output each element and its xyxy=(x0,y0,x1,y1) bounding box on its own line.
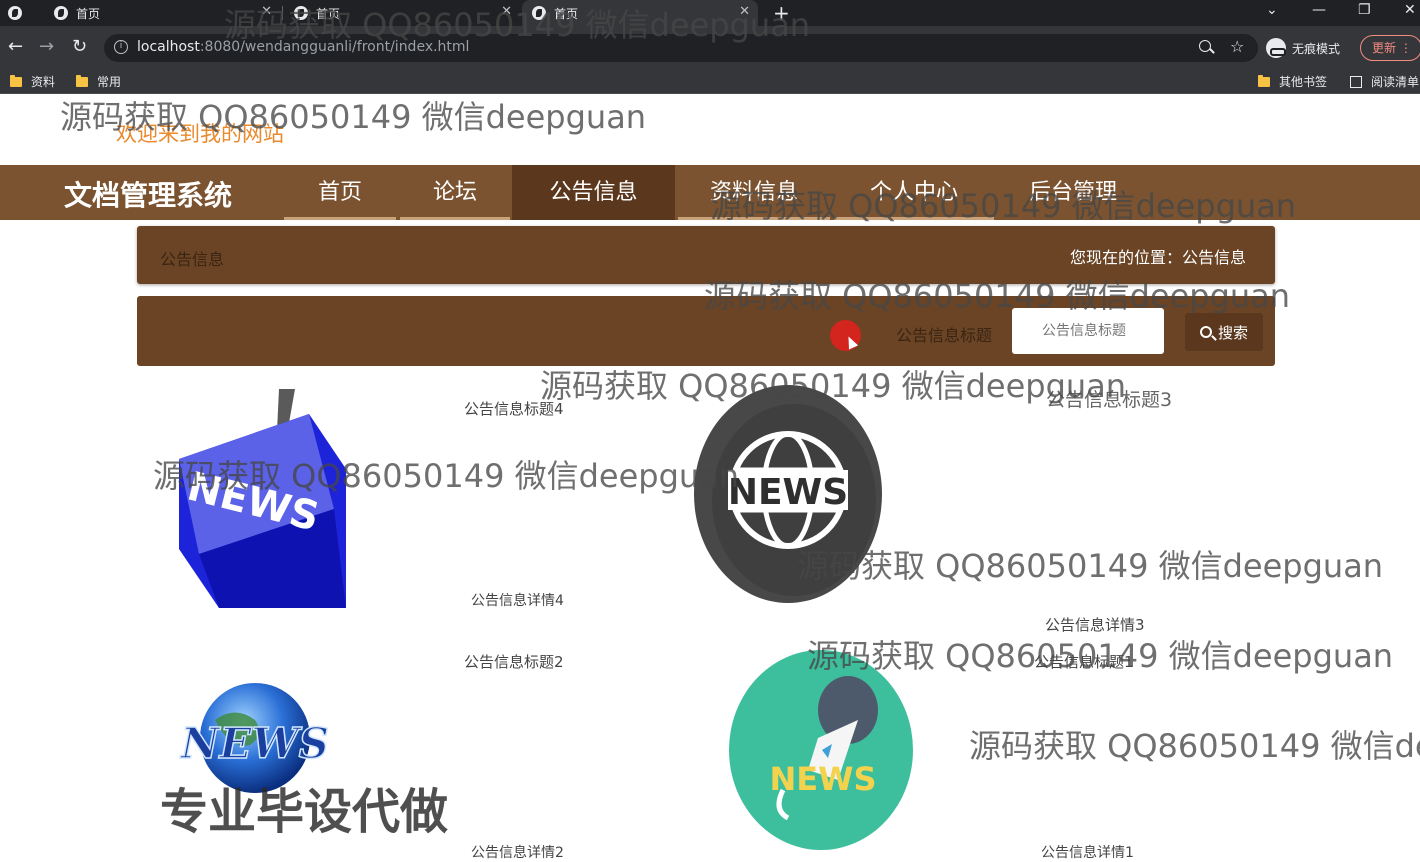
tab-search-icon[interactable]: ⌄ xyxy=(1266,2,1278,18)
nav-home[interactable]: 首页 xyxy=(284,165,396,220)
restore-icon[interactable]: ❐ xyxy=(1358,2,1371,18)
nav-label: 首页 xyxy=(317,180,362,205)
bookmark-label: 资料 xyxy=(31,75,56,89)
watermark-text: 源码获取 QQ86050149 微信deepguan xyxy=(60,98,647,136)
promo-watermark: 专业毕设代做 xyxy=(160,784,449,840)
update-button[interactable]: 更新 ⋮ xyxy=(1360,35,1420,61)
bookmark-label: 常用 xyxy=(97,75,122,89)
watermark-text: 源码获取 QQ86050149 微信deepguan xyxy=(153,457,740,495)
zoom-icon[interactable] xyxy=(1199,40,1211,52)
browser-menu-icon[interactable] xyxy=(8,0,38,26)
search-button[interactable]: 搜索 xyxy=(1185,313,1263,351)
reading-list[interactable]: 阅读清单 xyxy=(1350,73,1419,90)
nav-underline xyxy=(400,217,510,220)
forward-arrow-icon[interactable]: → xyxy=(39,36,54,57)
folder-icon xyxy=(76,74,88,87)
watermark-text: 源码获取 QQ86050149 微信deepguan xyxy=(807,637,1394,675)
mouse-cursor-icon xyxy=(830,320,861,351)
bookmark-label: 其他书签 xyxy=(1279,75,1328,89)
globe-icon xyxy=(54,6,68,20)
notice-detail: 公告信息详情1 xyxy=(1041,845,1134,861)
bookmark-folder[interactable]: 资料 xyxy=(10,73,55,90)
folder-icon xyxy=(1258,74,1270,87)
close-window-icon[interactable]: ✕ xyxy=(1404,2,1416,18)
notice-detail: 公告信息详情2 xyxy=(471,845,564,861)
incognito-label: 无痕模式 xyxy=(1292,41,1341,56)
search-label: 公告信息标题 xyxy=(896,326,993,345)
folder-icon xyxy=(10,74,22,87)
bookmarks-bar xyxy=(0,68,1420,94)
reload-icon[interactable]: ↻ xyxy=(72,36,87,57)
url-host: localhost xyxy=(137,39,200,55)
nav-label: 公告信息 xyxy=(549,180,638,205)
tab-title: 首页 xyxy=(76,6,101,21)
incognito-icon xyxy=(1266,38,1286,58)
watermark-text: 源码获取 QQ86050149 微信deepguan xyxy=(224,6,811,44)
badge-news-text: NEWS xyxy=(728,472,848,513)
notice-title[interactable]: 公告信息标题2 xyxy=(464,651,564,672)
notice-detail: 公告信息详情4 xyxy=(471,593,564,609)
nav-underline xyxy=(284,217,396,220)
nav-forum[interactable]: 论坛 xyxy=(400,165,510,220)
site-info-icon[interactable]: i xyxy=(114,40,128,54)
back-arrow-icon[interactable]: ← xyxy=(8,36,23,57)
globe-icon xyxy=(8,6,22,20)
mic-news-text: NEWS xyxy=(770,760,877,798)
watermark-text: 源码获取 QQ86050149 微信deepguan xyxy=(540,367,1127,405)
section-title: 公告信息 xyxy=(160,250,225,269)
watermark-text: 源码获取 QQ86050149 微信deep xyxy=(969,727,1420,765)
minimize-icon[interactable]: — xyxy=(1312,2,1326,18)
incognito-indicator[interactable]: 无痕模式 xyxy=(1266,35,1340,61)
globe-news-text: NEWS xyxy=(179,719,329,768)
reading-list-icon xyxy=(1350,75,1362,88)
nav-notices[interactable]: 公告信息 xyxy=(512,165,675,220)
bookmark-star-icon[interactable]: ☆ xyxy=(1230,37,1244,56)
watermark-text: 源码获取 QQ86050149 微信deepguan xyxy=(704,277,1291,315)
nav-label: 论坛 xyxy=(432,180,477,205)
breadcrumb: 您现在的位置：公告信息 xyxy=(1070,248,1247,267)
bookmark-label: 阅读清单 xyxy=(1371,75,1420,89)
bookmark-folder[interactable]: 常用 xyxy=(76,73,121,90)
watermark-text: 源码获取 QQ86050149 微信deepguan xyxy=(710,187,1297,225)
search-icon xyxy=(1199,326,1212,338)
watermark-text: 源码获取 QQ86050149 微信deepguan xyxy=(797,547,1384,585)
notice-image-news-key[interactable]: NEWS xyxy=(159,389,346,608)
other-bookmarks[interactable]: 其他书签 xyxy=(1258,73,1327,90)
search-button-label: 搜索 xyxy=(1217,323,1248,342)
site-brand[interactable]: 文档管理系统 xyxy=(64,174,232,214)
update-label: 更新 xyxy=(1372,41,1397,55)
